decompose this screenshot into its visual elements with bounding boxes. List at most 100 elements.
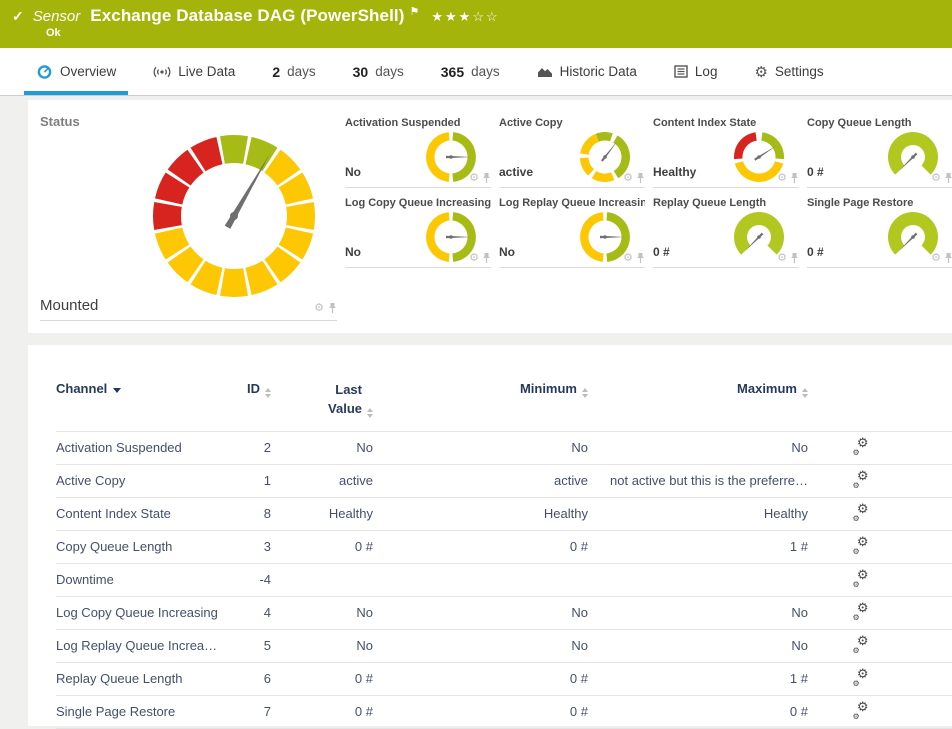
priority-stars[interactable]: ★★★☆☆ — [431, 9, 499, 25]
channel-gauge-value: 0 # — [807, 245, 824, 259]
gear-icon[interactable]: ⚙ — [931, 173, 941, 184]
pin-icon[interactable] — [328, 302, 337, 314]
channel-last-value: 0 # — [271, 539, 373, 554]
channel-settings-cell: ⚙⚙ — [808, 539, 913, 555]
channel-gauge-title: Single Page Restore — [807, 188, 952, 209]
channel-id: 3 — [218, 539, 271, 554]
tab-365-days[interactable]: 365days — [441, 48, 500, 95]
channel-id: 8 — [218, 506, 271, 521]
tab-log[interactable]: Log — [674, 48, 718, 95]
tab-label: Live Data — [178, 64, 235, 79]
gear-icon: ⚙ — [857, 634, 869, 647]
gear-icon[interactable]: ⚙ — [469, 253, 479, 264]
log-icon — [674, 65, 688, 78]
channel-gauge-title: Replay Queue Length — [653, 188, 799, 209]
gear-icon: ⚙ — [857, 502, 869, 515]
priority-flag-icon[interactable]: ⚑ — [409, 5, 419, 18]
channel-maximum: 1 # — [588, 539, 808, 554]
tab-settings[interactable]: ⚙Settings — [754, 48, 823, 95]
channel-gauge-replay-queue-length: Replay Queue Length0 #⚙ — [653, 188, 799, 268]
channels-table-body: Activation Suspended2NoNoNo⚙⚙Active Copy… — [56, 432, 952, 729]
channel-gauge-title: Log Replay Queue Increasing — [499, 188, 645, 209]
channel-gauge-title: Copy Queue Length — [807, 108, 952, 129]
channel-gauge-single-page-restore: Single Page Restore 0 # ⚙ — [807, 188, 952, 268]
tab-number: 30 — [353, 64, 369, 80]
tab-historic-data[interactable]: Historic Data — [537, 48, 637, 95]
channel-maximum: No — [588, 440, 808, 455]
channels-table-panel: ChannelIDLast ValueMinimumMaximum Activa… — [28, 345, 952, 726]
channel-minimum: 0 # — [373, 704, 588, 719]
pin-icon[interactable] — [482, 172, 491, 184]
channel-settings-button[interactable]: ⚙⚙ — [852, 440, 870, 456]
channel-settings-cell: ⚙⚙ — [808, 638, 913, 654]
channel-settings-button[interactable]: ⚙⚙ — [852, 704, 870, 720]
channel-gauge-actions: ⚙ — [623, 172, 645, 184]
channel-id: 5 — [218, 638, 271, 653]
pin-icon[interactable] — [944, 252, 952, 264]
channel-gauge-title: Content Index State — [653, 108, 799, 129]
pin-icon[interactable] — [482, 252, 491, 264]
pin-icon[interactable] — [790, 172, 799, 184]
channel-last-value: No — [271, 638, 373, 653]
tab-overview[interactable]: Overview — [36, 48, 116, 95]
channel-settings-button[interactable]: ⚙⚙ — [852, 671, 870, 687]
gear-icon[interactable]: ⚙ — [469, 173, 479, 184]
gear-icon[interactable]: ⚙ — [777, 253, 787, 264]
gear-icon[interactable]: ⚙ — [931, 253, 941, 264]
channel-minimum: active — [373, 473, 588, 488]
sensor-header: ✓ Sensor Exchange Database DAG (PowerShe… — [0, 0, 952, 48]
column-header-max[interactable]: Maximum — [588, 381, 808, 398]
channel-row-log-copy-queue-increasing: Log Copy Queue Increasing4NoNoNo⚙⚙ — [56, 597, 952, 630]
channel-settings-cell: ⚙⚙ — [808, 506, 913, 522]
channel-maximum: Healthy — [588, 506, 808, 521]
channel-minimum: No — [373, 638, 588, 653]
tab-bar: Overview Live Data 2days 30days 365days Histo… — [0, 48, 952, 96]
gear-icon: ⚙ — [853, 713, 860, 721]
channel-row-active-copy: Active Copy1activeactivenot active but t… — [56, 465, 952, 498]
channel-name: Log Copy Queue Increasing — [56, 605, 218, 620]
column-header-label: Channel — [56, 381, 107, 396]
gear-icon[interactable]: ⚙ — [314, 303, 324, 314]
pin-icon[interactable] — [944, 172, 952, 184]
gear-icon: ⚙ — [857, 667, 869, 680]
channel-gauge-value: Healthy — [653, 165, 696, 179]
channel-name: Content Index State — [56, 506, 218, 521]
tab-30-days[interactable]: 30days — [353, 48, 404, 95]
tab-number: 365 — [441, 64, 464, 80]
channel-settings-button[interactable]: ⚙⚙ — [852, 638, 870, 654]
channel-maximum: No — [588, 638, 808, 653]
channel-settings-button[interactable]: ⚙⚙ — [852, 506, 870, 522]
channel-gauge-actions: ⚙ — [469, 172, 491, 184]
channel-id: 7 — [218, 704, 271, 719]
channel-maximum: No — [588, 605, 808, 620]
sort-caret-icon — [113, 388, 121, 393]
channel-gauge-log-replay-queue-increasing: Log Replay Queue IncreasingNo⚙ — [499, 188, 645, 268]
tab-live-data[interactable]: Live Data — [153, 48, 235, 95]
channel-gauges-grid: Activation SuspendedNo⚙Active Copyactive… — [345, 108, 952, 268]
pin-icon[interactable] — [636, 172, 645, 184]
channel-settings-cell: ⚙⚙ — [808, 440, 913, 456]
tab-label: Historic Data — [560, 64, 637, 79]
channel-gauge-actions: ⚙ — [777, 172, 799, 184]
channel-settings-button[interactable]: ⚙⚙ — [852, 473, 870, 489]
gear-icon[interactable]: ⚙ — [777, 173, 787, 184]
channel-settings-button[interactable]: ⚙⚙ — [852, 539, 870, 555]
column-header-id[interactable]: ID — [218, 381, 271, 398]
pin-icon[interactable] — [636, 252, 645, 264]
gear-icon[interactable]: ⚙ — [623, 173, 633, 184]
gear-icon: ⚙ — [754, 63, 767, 81]
column-header-channel[interactable]: Channel — [56, 381, 218, 396]
channel-gauge-actions: ⚙ — [623, 252, 645, 264]
pin-icon[interactable] — [790, 252, 799, 264]
overview-gauges-panel: Status Mounted ⚙ Activation SuspendedNo⚙… — [28, 100, 952, 333]
channel-minimum: No — [373, 605, 588, 620]
channel-gauge-active-copy: Active Copyactive⚙ — [499, 108, 645, 188]
gear-icon[interactable]: ⚙ — [623, 253, 633, 264]
column-header-last[interactable]: Last Value — [271, 381, 373, 419]
channel-settings-button[interactable]: ⚙⚙ — [852, 605, 870, 621]
channel-row-copy-queue-length: Copy Queue Length30 #0 #1 #⚙⚙ — [56, 531, 952, 564]
gear-icon: ⚙ — [857, 700, 869, 713]
tab-2-days[interactable]: 2days — [272, 48, 315, 95]
channel-settings-button[interactable]: ⚙⚙ — [852, 572, 870, 588]
column-header-min[interactable]: Minimum — [373, 381, 588, 398]
